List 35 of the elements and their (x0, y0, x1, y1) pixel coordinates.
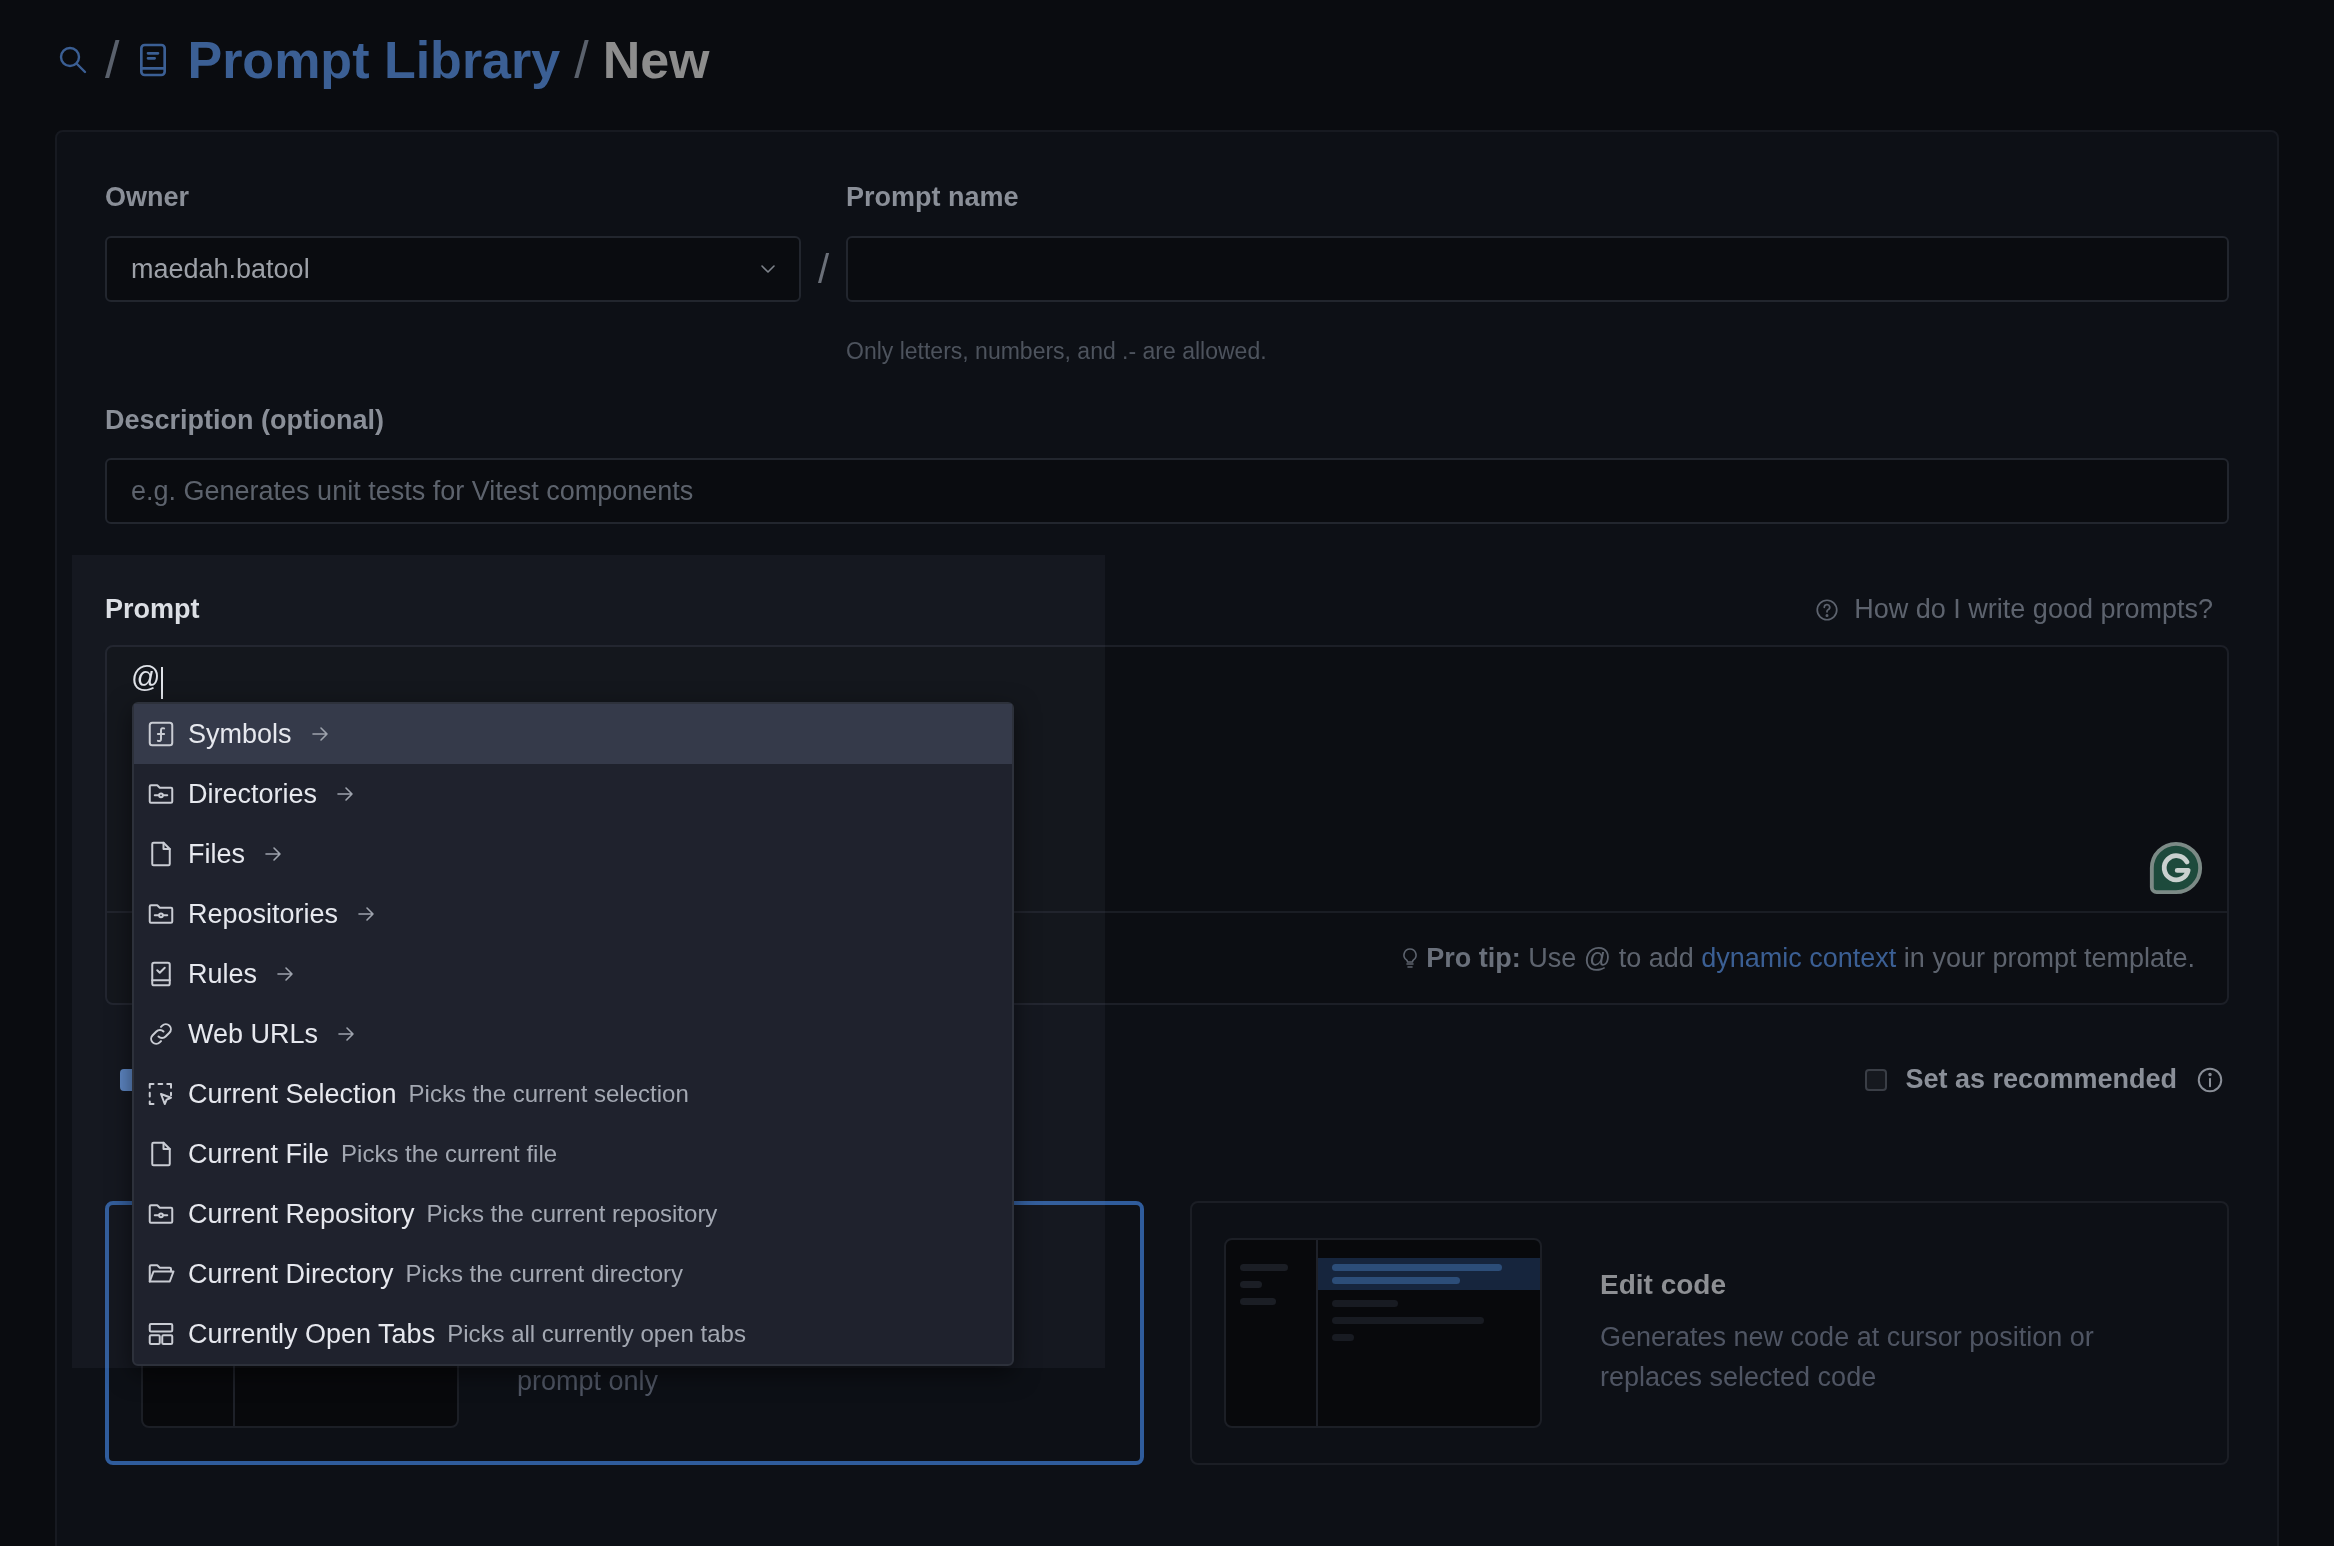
menu-item[interactable]: Current Directory Picks the current directory (134, 1244, 1012, 1304)
text-cursor (161, 666, 164, 699)
question-icon (1814, 596, 1841, 623)
menu-item[interactable]: Current File Picks the current file (134, 1124, 1012, 1184)
breadcrumb-separator: / (574, 30, 589, 90)
mode-title: Edit code (1600, 1269, 1727, 1301)
symbol-icon (146, 719, 176, 749)
field-label: Prompt name (846, 182, 1020, 213)
mode-card[interactable]: Edit code Generates new code at cursor position or replaces selected code (1190, 1201, 2229, 1465)
breadcrumb-current: New (602, 30, 710, 90)
description-field[interactable]: e.g. Generates unit tests for Vitest components (105, 458, 2229, 524)
menu-item[interactable]: Files (134, 824, 1012, 884)
owner-separator: / (817, 246, 830, 292)
assistant-badge-icon (2147, 839, 2205, 897)
field-label: Owner (105, 182, 191, 213)
chevron-down-icon (761, 265, 775, 273)
menu-item[interactable]: Currently Open Tabs Picks all currently open tabs (134, 1304, 1012, 1364)
menu-item[interactable]: Web URLs (134, 1004, 1012, 1064)
pro-tip: Pro tip: Use @ to add dynamic context in your prompt template. (1426, 942, 2195, 974)
field-label: Prompt (105, 594, 200, 625)
menu-item[interactable]: Symbols (134, 704, 1012, 764)
owner-select[interactable]: maedah.batool (105, 236, 801, 302)
mode-description: prompt only (517, 1365, 659, 1398)
menu-item[interactable]: Rules (134, 944, 1012, 1004)
menu-item[interactable]: Repositories (134, 884, 1012, 944)
prompt-name-field[interactable] (846, 236, 2229, 302)
prompt-text: @ (131, 661, 161, 693)
menu-item[interactable]: Current Selection Picks the current selection (134, 1064, 1012, 1124)
breadcrumb-separator: / (105, 30, 120, 90)
field-label: Description (optional) (105, 405, 385, 436)
checkbox-label: Set as recommended (1905, 1064, 2177, 1095)
menu-item[interactable]: Directories (134, 764, 1012, 824)
field-hint: Only letters, numbers, and .- are allowed. (846, 338, 1268, 365)
mode-description: Generates new code at cursor position or replaces selected code (1600, 1321, 2095, 1394)
checkbox[interactable] (1865, 1068, 1888, 1091)
